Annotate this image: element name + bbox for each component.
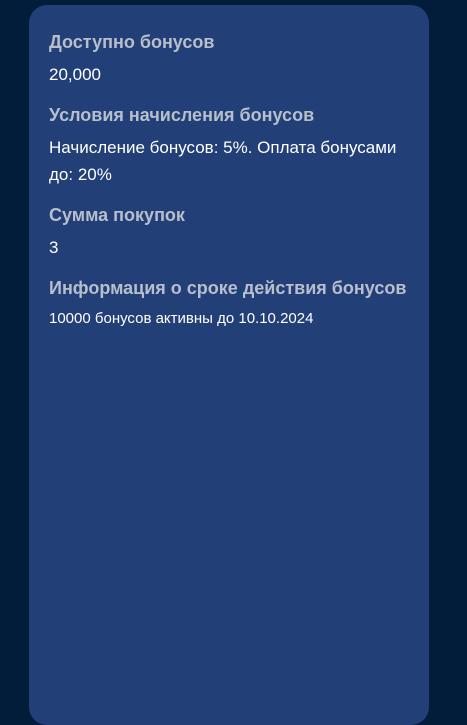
bonus-conditions-value: Начисление бонусов: 5%. Оплата бонусами … <box>49 138 397 184</box>
purchase-sum-title: Сумма покупок <box>49 205 185 225</box>
available-bonuses-value: 20,000 <box>49 65 101 84</box>
bonus-info-card: Доступно бонусов 20,000 Условия начислен… <box>29 5 429 725</box>
bonus-expiry-title: Информация о сроке действия бонусов <box>49 278 407 298</box>
purchase-sum-section: Сумма покупок 3 <box>49 202 409 261</box>
available-bonuses-title: Доступно бонусов <box>49 32 215 52</box>
purchase-sum-value: 3 <box>49 238 59 257</box>
bonus-conditions-section: Условия начисления бонусов Начисление бо… <box>49 102 409 188</box>
bonus-conditions-title: Условия начисления бонусов <box>49 105 315 125</box>
available-bonuses-section: Доступно бонусов 20,000 <box>49 29 409 88</box>
bonus-expiry-value: 10000 бонусов активны до 10.10.2024 <box>49 310 314 327</box>
bonus-expiry-section: Информация о сроке действия бонусов 1000… <box>49 275 409 330</box>
